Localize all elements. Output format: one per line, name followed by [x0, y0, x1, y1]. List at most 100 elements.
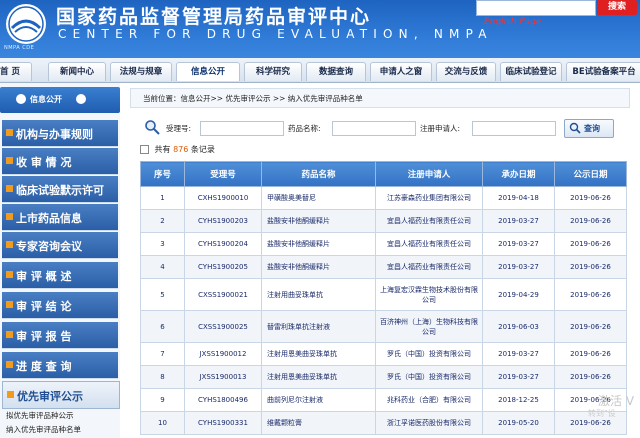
- table-row[interactable]: 4 CYHS1900205 盐酸安非他酮缓释片 宜昌人福药业有限责任公司 2019-03…: [140, 255, 627, 279]
- query-button-label: 查询: [584, 124, 600, 133]
- nav-item-5[interactable]: 数据查询: [306, 62, 366, 81]
- publicity-date: 2019-06-26: [554, 278, 627, 311]
- applicant-input[interactable]: [472, 121, 556, 136]
- sidebar-item-4[interactable]: 专家咨询会议: [2, 232, 118, 259]
- drug-name[interactable]: 曲前列尼尔注射液: [261, 388, 376, 412]
- table-row[interactable]: 5 CXSS1900021 注射用曲妥珠单抗 上海复宏汉霖生物技术股份有限公司 2019…: [140, 278, 627, 311]
- nav-item-6[interactable]: 申请人之窗: [370, 62, 432, 81]
- undertake-date: 2019-03-27: [482, 232, 555, 256]
- sidebar-item-6[interactable]: 审 评 结 论: [2, 292, 118, 319]
- nav-item-9[interactable]: BE试验备案平台: [566, 62, 640, 81]
- column-header[interactable]: 序号: [140, 161, 185, 187]
- query-button[interactable]: 查询: [564, 119, 614, 138]
- undertake-date: 2019-03-27: [482, 255, 555, 279]
- accept-number: CYHS1900203: [184, 209, 262, 233]
- english-page-link[interactable]: English Page: [484, 17, 542, 27]
- sidebar-item-8[interactable]: 进 度 查 询: [2, 352, 118, 379]
- row-index: 5: [140, 278, 185, 311]
- table-row[interactable]: 10 CYHS1900331 维戴颗粒膏 浙江孚诺医药股份有限公司 2019-05-20…: [140, 411, 627, 435]
- sidebar-subitem-1[interactable]: 纳入优先审评品种名单: [6, 424, 81, 435]
- nav-item-7[interactable]: 交流与反馈: [436, 62, 496, 81]
- accept-no-input[interactable]: [200, 121, 284, 136]
- drug-name[interactable]: 替雷利珠单抗注射液: [261, 310, 376, 343]
- sidebar-bullet-icon: [6, 213, 13, 220]
- row-index: 3: [140, 232, 185, 256]
- nav-item-8[interactable]: 临床试验登记: [500, 62, 562, 81]
- count-suffix: 条记录: [190, 145, 215, 154]
- accept-number: CYHS1900331: [184, 411, 262, 435]
- table-header-row: 序号 受理号 药品名称 注册申请人 承办日期 公示日期: [140, 161, 627, 187]
- count-prefix: 共有: [154, 145, 171, 154]
- column-header[interactable]: 承办日期: [482, 161, 555, 187]
- applicant: 宜昌人福药业有限责任公司: [375, 232, 483, 256]
- sidebar-item-2[interactable]: 临床试验默示许可: [2, 176, 118, 203]
- sidebar-item-0[interactable]: 机构与办事规则: [2, 120, 118, 147]
- row-index: 4: [140, 255, 185, 279]
- accept-number: CYHS1900204: [184, 232, 262, 256]
- site-subtitle: CENTER FOR DRUG EVALUATION, NMPA: [58, 27, 493, 41]
- column-header[interactable]: 公示日期: [554, 161, 627, 187]
- nav-item-2[interactable]: 法规与规章: [110, 62, 172, 81]
- table-row[interactable]: 7 JXSS1900012 注射用恩美曲妥珠单抗 罗氏（中国）投资有限公司 2019-0…: [140, 342, 627, 366]
- sidebar-bullet-icon: [6, 301, 13, 308]
- accept-number: CYHS1900205: [184, 255, 262, 279]
- column-header[interactable]: 药品名称: [261, 161, 376, 187]
- table-row[interactable]: 8 JXSS1900013 注射用恩美曲妥珠单抗 罗氏（中国）投资有限公司 2019-0…: [140, 365, 627, 389]
- record-count: 共有 876 条记录: [140, 144, 215, 155]
- nav-item-1[interactable]: 新闻中心: [48, 62, 106, 81]
- table-row[interactable]: 9 CYHS1800496 曲前列尼尔注射液 兆科药业（合肥）有限公司 2018-12-…: [140, 388, 627, 412]
- table-row[interactable]: 2 CYHS1900203 盐酸安非他酮缓释片 宜昌人福药业有限责任公司 2019-03…: [140, 209, 627, 233]
- nav-item-0[interactable]: 首 页: [0, 62, 32, 81]
- sidebar-item-label: 收 审 情 况: [16, 156, 72, 169]
- site-search-input[interactable]: [476, 0, 596, 16]
- publicity-date: 2019-06-26: [554, 342, 627, 366]
- row-index: 8: [140, 365, 185, 389]
- undertake-date: 2019-05-20: [482, 411, 555, 435]
- row-index: 1: [140, 186, 185, 210]
- drug-name[interactable]: 甲磺酸奥美替尼: [261, 186, 376, 210]
- sidebar-item-label: 上市药品信息: [16, 212, 82, 225]
- accept-number: CXHS1900010: [184, 186, 262, 210]
- undertake-date: 2019-03-27: [482, 342, 555, 366]
- table-row[interactable]: 3 CYHS1900204 盐酸安非他酮缓释片 宜昌人福药业有限责任公司 2019-03…: [140, 232, 627, 256]
- applicant: 罗氏（中国）投资有限公司: [375, 365, 483, 389]
- sidebar-item-1[interactable]: 收 审 情 况: [2, 148, 118, 175]
- sidebar-item-label: 进 度 查 询: [16, 360, 72, 373]
- applicant: 宜昌人福药业有限责任公司: [375, 255, 483, 279]
- select-all-checkbox[interactable]: [140, 145, 149, 154]
- nmpa-logo-icon[interactable]: [4, 2, 48, 46]
- drug-name-input[interactable]: [332, 121, 416, 136]
- count-total: 876: [173, 145, 189, 154]
- table-row[interactable]: 1 CXHS1900010 甲磺酸奥美替尼 江苏豪森药业集团有限公司 2019-04-1…: [140, 186, 627, 210]
- sidebar-item-9[interactable]: 优先审评公示: [2, 381, 120, 409]
- sidebar-bullet-icon: [6, 241, 13, 248]
- nav-item-3[interactable]: 信息公开: [176, 62, 240, 81]
- accept-number: CXSS1900025: [184, 310, 262, 343]
- drug-name[interactable]: 盐酸安非他酮缓释片: [261, 209, 376, 233]
- sidebar-item-3[interactable]: 上市药品信息: [2, 204, 118, 231]
- sidebar-bullet-icon: [6, 185, 13, 192]
- nav-item-4[interactable]: 科学研究: [244, 62, 302, 81]
- site-search-button[interactable]: 搜索: [597, 0, 637, 15]
- drug-name[interactable]: 盐酸安非他酮缓释片: [261, 255, 376, 279]
- drug-name[interactable]: 注射用曲妥珠单抗: [261, 278, 376, 311]
- applicant: 宜昌人福药业有限责任公司: [375, 209, 483, 233]
- publicity-date: 2019-06-26: [554, 186, 627, 210]
- accept-number: JXSS1900013: [184, 365, 262, 389]
- row-index: 10: [140, 411, 185, 435]
- undertake-date: 2019-03-27: [482, 365, 555, 389]
- column-header[interactable]: 受理号: [184, 161, 262, 187]
- sidebar-bullet-icon: [6, 271, 13, 278]
- drug-name[interactable]: 注射用恩美曲妥珠单抗: [261, 342, 376, 366]
- sidebar-item-5[interactable]: 审 评 概 述: [2, 262, 118, 289]
- drug-name[interactable]: 盐酸安非他酮缓释片: [261, 232, 376, 256]
- sidebar-subitem-0[interactable]: 拟优先审评品种公示: [6, 410, 74, 421]
- accept-number: JXSS1900012: [184, 342, 262, 366]
- table-row[interactable]: 6 CXSS1900025 替雷利珠单抗注射液 百济神州（上海）生物科技有限公司 201…: [140, 310, 627, 343]
- drug-name[interactable]: 维戴颗粒膏: [261, 411, 376, 435]
- drug-name[interactable]: 注射用恩美曲妥珠单抗: [261, 365, 376, 389]
- applicant: 上海复宏汉霖生物技术股份有限公司: [375, 278, 483, 311]
- sidebar-item-7[interactable]: 审 评 报 告: [2, 322, 118, 349]
- applicant: 江苏豪森药业集团有限公司: [375, 186, 483, 210]
- column-header[interactable]: 注册申请人: [375, 161, 483, 187]
